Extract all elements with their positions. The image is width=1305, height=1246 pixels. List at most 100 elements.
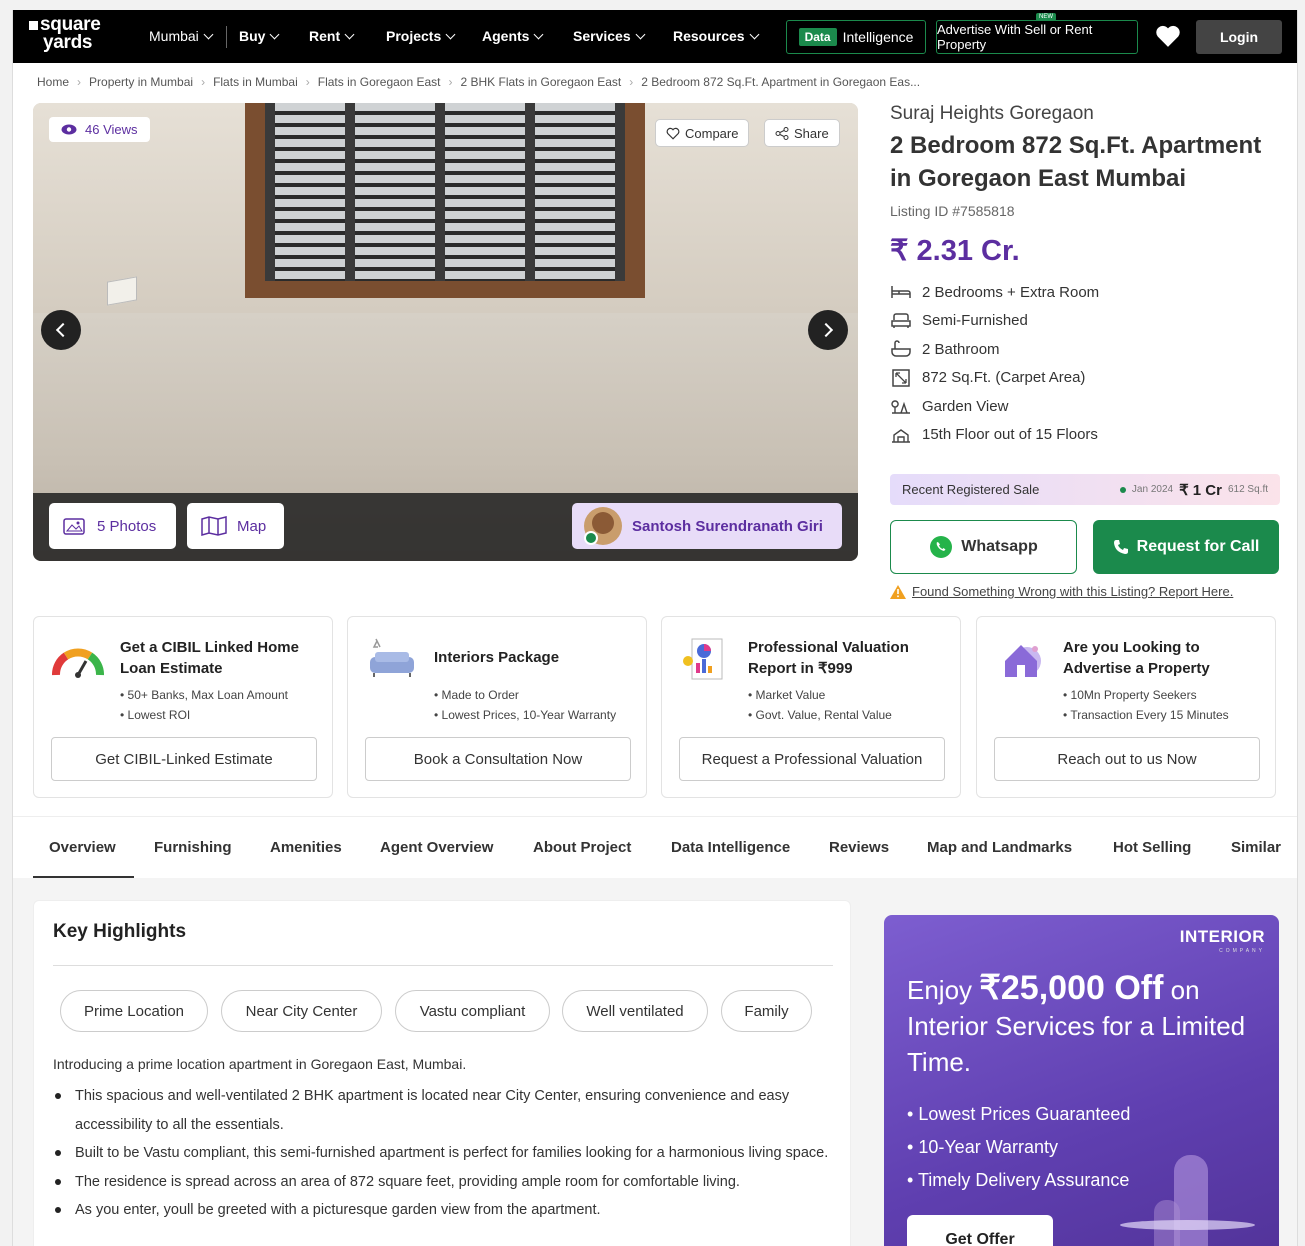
feature-view: Garden View (890, 392, 1282, 421)
divider (53, 965, 833, 966)
views-badge: 46 Views (49, 117, 150, 142)
promo-points: Lowest Prices Guaranteed 10-Year Warrant… (907, 1098, 1130, 1197)
get-offer-button[interactable]: Get Offer (907, 1215, 1053, 1246)
card-title: Get a CIBIL Linked Home Loan Estimate (120, 639, 299, 677)
card-points: Market ValueGovt. Value, Rental Value (748, 685, 892, 725)
gallery-prev-button[interactable] (41, 310, 81, 350)
heart-outline-icon (666, 127, 680, 140)
feature-floor: 15th Floor out of 15 Floors (890, 421, 1282, 450)
floor-icon (890, 426, 912, 444)
tab-reviews[interactable]: Reviews (829, 839, 889, 856)
nav-rent[interactable]: Rent (309, 28, 355, 44)
card-point: Lowest ROI (120, 705, 288, 725)
request-call-button[interactable]: Request for Call (1093, 520, 1279, 574)
feature-bedrooms: 2 Bedrooms + Extra Room (890, 278, 1282, 307)
list-item: 10-Year Warranty (907, 1131, 1130, 1164)
city-selector[interactable]: Mumbai (149, 28, 214, 44)
report-listing-link[interactable]: Found Something Wrong with this Listing?… (890, 584, 1233, 599)
nav-agents[interactable]: Agents (482, 28, 544, 44)
window-pane (275, 103, 345, 281)
area-icon (890, 369, 912, 387)
recent-registered-sale[interactable]: Recent Registered Sale Jan 2024 ₹ 1 Cr 6… (890, 474, 1280, 505)
tab-data-intelligence[interactable]: Data Intelligence (671, 839, 790, 856)
tab-amenities[interactable]: Amenities (270, 839, 342, 856)
highlight-chip[interactable]: Family (721, 990, 812, 1032)
project-name[interactable]: Suraj Heights Goregaon (890, 103, 1282, 125)
photos-button[interactable]: 5 Photos (49, 503, 176, 549)
feature-furnishing: Semi-Furnished (890, 307, 1282, 336)
whatsapp-button[interactable]: Whatsapp (890, 520, 1077, 574)
map-button[interactable]: Map (187, 503, 284, 549)
highlight-chip[interactable]: Prime Location (60, 990, 208, 1032)
nav-divider (226, 26, 227, 48)
highlights-list: This spacious and well-ventilated 2 BHK … (53, 1082, 843, 1225)
tab-furnishing[interactable]: Furnishing (154, 839, 232, 856)
highlight-chip[interactable]: Near City Center (221, 990, 382, 1032)
interior-company-logo: INTERIOR (1179, 927, 1265, 946)
list-item: Timely Delivery Assurance (907, 1164, 1130, 1197)
interior-promo-banner[interactable]: INTERIOR COMPANY Enjoy ₹25,000 Off on In… (884, 915, 1279, 1246)
listing-price: ₹ 2.31 Cr. (890, 235, 1020, 267)
garden-icon (890, 397, 912, 415)
heart-icon[interactable] (1155, 24, 1181, 48)
share-icon (775, 126, 789, 140)
feature-area: 872 Sq.Ft. (Carpet Area) (890, 364, 1282, 393)
tab-similar[interactable]: Similar (1231, 839, 1281, 856)
sofa-lamp-icon (370, 638, 414, 677)
list-item: The residence is spread across an area o… (53, 1168, 843, 1197)
tab-about-project[interactable]: About Project (533, 839, 631, 856)
report-icon (683, 638, 723, 680)
list-item: This spacious and well-ventilated 2 BHK … (53, 1082, 843, 1139)
squareyards-logo[interactable]: square yards (29, 15, 101, 52)
breadcrumb-item[interactable]: Flats in Mumbai (213, 75, 298, 89)
breadcrumb-item[interactable]: 2 BHK Flats in Goregaon East (461, 75, 622, 89)
listing-title: 2 Bedroom 872 Sq.Ft. Apartment in Gorega… (890, 132, 1262, 192)
card-point: Market Value (748, 685, 892, 705)
highlight-chip[interactable]: Vastu compliant (395, 990, 550, 1032)
chevron-left-icon (55, 322, 71, 338)
key-highlights-section: Key Highlights Prime Location Near City … (33, 900, 851, 1246)
advertise-property-button[interactable]: Advertise With Sell or Rent Property (936, 20, 1138, 54)
nav-buy[interactable]: Buy (239, 28, 280, 44)
nav-resources[interactable]: Resources (673, 28, 760, 44)
compare-button[interactable]: Compare (655, 119, 750, 147)
reach-out-button[interactable]: Reach out to us Now (994, 737, 1260, 781)
chevron-down-icon (534, 29, 544, 39)
tab-hot-selling[interactable]: Hot Selling (1113, 839, 1191, 856)
tab-agent-overview[interactable]: Agent Overview (380, 839, 493, 856)
nav-services[interactable]: Services (573, 28, 646, 44)
chevron-right-icon (818, 322, 834, 338)
photo-gallery[interactable]: 46 Views Compare Share 5 Photos Map Sant… (33, 103, 858, 561)
gauge-icon (52, 648, 104, 678)
agent-avatar-wrap (584, 507, 622, 545)
chevron-down-icon (270, 29, 280, 39)
reg-sale-details: Jan 2024 ₹ 1 Cr 612 Sq.ft (1119, 481, 1268, 499)
breadcrumb-item[interactable]: Property in Mumbai (89, 75, 193, 89)
gallery-next-button[interactable] (808, 310, 848, 350)
login-button[interactable]: Login (1196, 20, 1282, 54)
chevron-down-icon (203, 29, 214, 39)
request-valuation-button[interactable]: Request a Professional Valuation (679, 737, 945, 781)
reg-sale-area: 612 Sq.ft (1227, 484, 1268, 495)
nav-projects[interactable]: Projects (386, 28, 456, 44)
agent-chip[interactable]: Santosh Surendranath Giri (572, 503, 842, 549)
card-title: Interiors Package (434, 649, 560, 666)
page-frame: square yards Mumbai Buy Rent Projects Ag… (12, 10, 1298, 1246)
breadcrumb-item[interactable]: Flats in Goregaon East (318, 75, 441, 89)
listing-info: Suraj Heights Goregaon 2 Bedroom 872 Sq.… (890, 103, 1282, 449)
chevron-down-icon (749, 29, 760, 39)
breadcrumb-item[interactable]: Home (37, 75, 69, 89)
online-indicator (584, 531, 598, 545)
highlight-chip[interactable]: Well ventilated (562, 990, 708, 1032)
data-intelligence-button[interactable]: Data Intelligence (786, 20, 926, 54)
tab-map-landmarks[interactable]: Map and Landmarks (927, 839, 1072, 856)
breadcrumb: Home › Property in Mumbai › Flats in Mumba… (37, 75, 921, 89)
cibil-estimate-button[interactable]: Get CIBIL-Linked Estimate (51, 737, 317, 781)
tab-overview[interactable]: Overview (49, 839, 116, 856)
card-points: 10Mn Property SeekersTransaction Every 1… (1063, 685, 1228, 725)
card-point: Govt. Value, Rental Value (748, 705, 892, 725)
phone-icon (1113, 540, 1128, 554)
share-button[interactable]: Share (764, 119, 840, 147)
book-consultation-button[interactable]: Book a Consultation Now (365, 737, 631, 781)
cibil-card: Get a CIBIL Linked Home Loan Estimate 50… (33, 616, 333, 798)
